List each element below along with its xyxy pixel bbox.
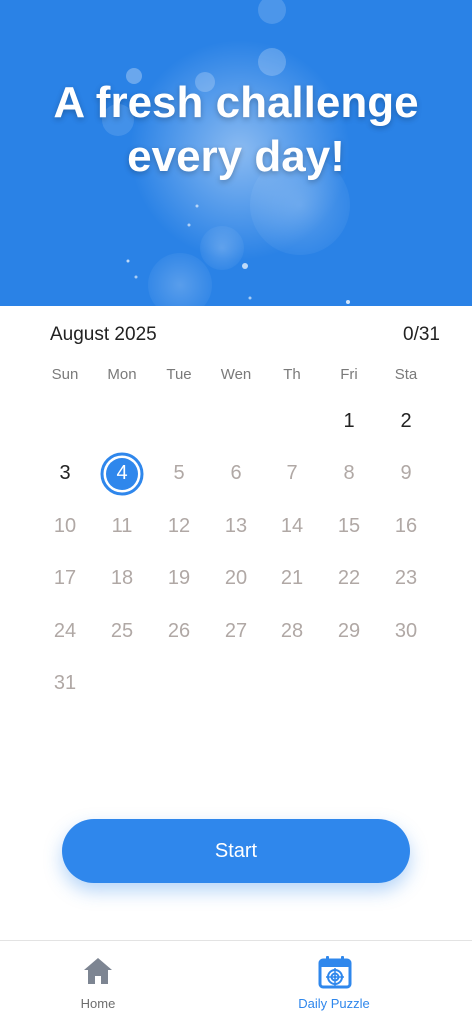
calendar-day[interactable]: 13 xyxy=(214,504,258,548)
start-button[interactable]: Start xyxy=(62,819,410,883)
calendar-day[interactable]: 26 xyxy=(157,609,201,653)
home-icon xyxy=(84,958,112,984)
calendar-day-number: 8 xyxy=(343,462,355,484)
calendar-day-number: 24 xyxy=(53,619,77,642)
calendar-day-number: 16 xyxy=(394,514,418,537)
calendar-day[interactable]: 20 xyxy=(214,557,258,601)
calendar-day[interactable]: 29 xyxy=(327,609,371,653)
weekday-row: Sun Mon Tue Wen Th Fri Sta xyxy=(37,366,435,386)
calendar-day-number: 27 xyxy=(224,619,248,642)
weekday-label: Th xyxy=(283,366,301,383)
hero-banner: A fresh challenge every day! xyxy=(0,0,472,306)
calendar-day[interactable]: 21 xyxy=(270,557,314,601)
calendar-day-number: 7 xyxy=(286,462,298,484)
weekday-label: Sta xyxy=(394,366,418,383)
calendar-day[interactable]: 3 xyxy=(43,452,87,496)
calendar-day-number: 23 xyxy=(394,567,418,589)
calendar-day[interactable]: 22 xyxy=(327,557,371,601)
calendar-day[interactable]: 5 xyxy=(157,452,201,496)
calendar-day[interactable]: 2 xyxy=(384,399,428,443)
calendar-day[interactable]: 25 xyxy=(100,609,144,653)
calendar-day[interactable]: 7 xyxy=(270,452,314,496)
calendar-day-number: 21 xyxy=(280,567,304,589)
hero-title-line-2: every day! xyxy=(127,132,345,181)
bottom-nav: Home Daily Puzzle xyxy=(0,940,472,1025)
calendar-day[interactable]: 27 xyxy=(214,609,258,653)
calendar-day[interactable]: 30 xyxy=(384,609,428,653)
calendar-day-number: 22 xyxy=(337,567,361,589)
calendar-day-number: 10 xyxy=(53,514,77,537)
calendar-day-number: 12 xyxy=(167,514,191,537)
calendar-day-number: 31 xyxy=(53,672,77,694)
month-label: August 2025 xyxy=(50,324,157,345)
hero-title-line-1: A fresh challenge xyxy=(53,78,419,127)
calendar-day-number: 2 xyxy=(400,409,412,432)
calendar-day-number: 11 xyxy=(111,514,133,537)
calendar-day-number: 13 xyxy=(224,514,248,537)
calendar-day[interactable]: 9 xyxy=(384,452,428,496)
calendar-day-number: 28 xyxy=(280,619,304,642)
calendar-day-number: 6 xyxy=(230,462,242,484)
calendar-day-number: 25 xyxy=(110,619,134,642)
calendar-day-number: 18 xyxy=(110,567,134,589)
calendar-day[interactable]: 23 xyxy=(384,557,428,601)
calendar-day[interactable]: 11 xyxy=(100,504,144,548)
weekday-label: Mon xyxy=(107,366,137,383)
weekday-label: Tue xyxy=(166,366,192,383)
calendar-day-number: 15 xyxy=(337,514,361,537)
calendar-day-number: 26 xyxy=(167,619,191,642)
calendar-day[interactable]: 24 xyxy=(43,609,87,653)
calendar-day-number: 17 xyxy=(53,567,77,589)
calendar-day[interactable]: 18 xyxy=(100,557,144,601)
calendar-day[interactable]: 12 xyxy=(157,504,201,548)
calendar-day-number: 3 xyxy=(59,462,71,484)
weekday-label: Wen xyxy=(220,366,252,383)
calendar-day-number: 20 xyxy=(224,567,248,589)
calendar-header: August 2025 0/31 xyxy=(50,324,440,350)
calendar-target-icon xyxy=(318,956,352,989)
hero-title: A fresh challenge every day! xyxy=(0,76,472,184)
calendar-day-number: 29 xyxy=(337,619,361,642)
calendar-day[interactable]: 8 xyxy=(327,452,371,496)
calendar-day[interactable]: 17 xyxy=(43,557,87,601)
weekday-label: Sun xyxy=(51,366,79,383)
nav-item-home[interactable]: Home xyxy=(28,941,168,1025)
nav-label-daily-puzzle: Daily Puzzle xyxy=(298,996,370,1011)
calendar-day-number: 1 xyxy=(343,409,355,432)
calendar-day[interactable]: 28 xyxy=(270,609,314,653)
calendar-day-number: 5 xyxy=(173,462,185,484)
calendar-day-number: 19 xyxy=(167,567,191,589)
calendar-day[interactable]: 14 xyxy=(270,504,314,548)
nav-item-daily-puzzle[interactable]: Daily Puzzle xyxy=(264,941,404,1025)
calendar-day-number: 30 xyxy=(394,619,418,642)
weekday-label: Fri xyxy=(340,366,358,383)
calendar-day-number: 14 xyxy=(280,514,304,537)
calendar-day-number: 9 xyxy=(400,462,412,484)
calendar-day[interactable]: 19 xyxy=(157,557,201,601)
nav-label-home: Home xyxy=(80,996,116,1011)
progress-count: 0/31 xyxy=(403,324,440,345)
calendar-day[interactable]: 15 xyxy=(327,504,371,548)
calendar-day[interactable]: 10 xyxy=(43,504,87,548)
calendar-day[interactable]: 31 xyxy=(43,662,87,706)
calendar-day[interactable]: 1 xyxy=(327,399,371,443)
calendar-day-selected[interactable]: 4 xyxy=(100,452,144,496)
calendar-day[interactable]: 6 xyxy=(214,452,258,496)
calendar-day-number: 4 xyxy=(116,462,128,484)
calendar-day[interactable]: 16 xyxy=(384,504,428,548)
